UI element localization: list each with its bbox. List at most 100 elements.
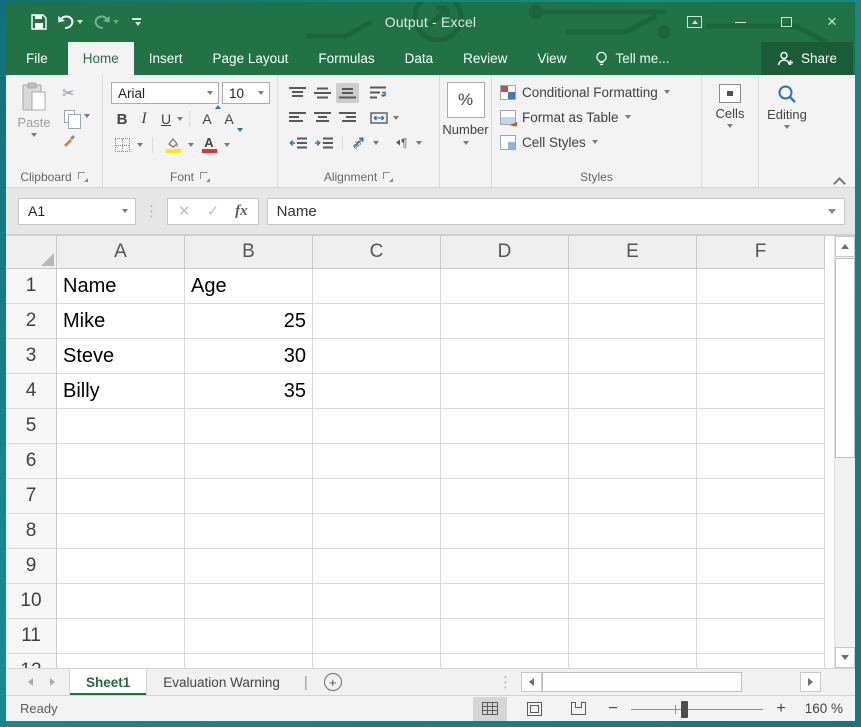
cell-styles-caret[interactable]: [592, 140, 598, 144]
cell-A5[interactable]: [57, 409, 185, 444]
cell-styles-button[interactable]: Cell Styles: [500, 132, 693, 152]
row-header-1[interactable]: 1: [6, 269, 57, 304]
vertical-scroll-track[interactable]: [835, 458, 855, 647]
cell-B12[interactable]: [185, 654, 313, 668]
row-header-10[interactable]: 10: [6, 584, 57, 619]
name-box[interactable]: A1: [18, 198, 136, 225]
font-name-caret[interactable]: [202, 91, 218, 95]
insert-function-button[interactable]: fx: [235, 203, 248, 220]
font-dialog-launcher[interactable]: [200, 172, 210, 182]
italic-button[interactable]: I: [133, 107, 155, 131]
cell-C3[interactable]: [313, 339, 441, 374]
cell-B1[interactable]: Age: [185, 269, 313, 304]
tell-me-box[interactable]: Tell me...: [581, 42, 683, 75]
row-header-7[interactable]: 7: [6, 479, 57, 514]
customize-quick-access-button[interactable]: [132, 18, 141, 26]
cell-E5[interactable]: [569, 409, 697, 444]
close-button[interactable]: ×: [809, 2, 855, 42]
cell-C10[interactable]: [313, 584, 441, 619]
cell-D7[interactable]: [441, 479, 569, 514]
cell-E12[interactable]: [569, 654, 697, 668]
copy-dropdown-caret[interactable]: [84, 114, 90, 118]
next-sheet-button[interactable]: [50, 678, 55, 686]
cell-B9[interactable]: [185, 549, 313, 584]
cell-C12[interactable]: [313, 654, 441, 668]
bottom-align-button[interactable]: [336, 83, 359, 103]
cell-D5[interactable]: [441, 409, 569, 444]
cell-A4[interactable]: Billy: [57, 374, 185, 409]
cell-C7[interactable]: [313, 479, 441, 514]
font-name-combo[interactable]: Arial: [111, 82, 219, 104]
cut-button[interactable]: ✂: [62, 84, 90, 102]
orientation-button[interactable]: ab: [349, 132, 371, 153]
cell-B2[interactable]: 25: [185, 304, 313, 339]
undo-dropdown-caret[interactable]: [77, 20, 83, 24]
orientation-caret[interactable]: [373, 141, 379, 145]
copy-button[interactable]: [62, 107, 90, 125]
cell-C4[interactable]: [313, 374, 441, 409]
cell-B5[interactable]: [185, 409, 313, 444]
align-left-button[interactable]: [286, 108, 309, 128]
tab-split-grip[interactable]: ⋮: [498, 675, 513, 690]
align-center-button[interactable]: [311, 108, 334, 128]
cell-D2[interactable]: [441, 304, 569, 339]
previous-sheet-button[interactable]: [28, 678, 33, 686]
horizontal-scroll-thumb[interactable]: [542, 672, 742, 692]
sheet-tab-evaluation-warning[interactable]: Evaluation Warning: [147, 669, 296, 695]
cell-D8[interactable]: [441, 514, 569, 549]
increase-font-size-button[interactable]: A: [196, 107, 218, 131]
name-box-caret[interactable]: [115, 209, 135, 213]
cell-C8[interactable]: [313, 514, 441, 549]
select-all-button[interactable]: [6, 236, 57, 269]
cell-E1[interactable]: [569, 269, 697, 304]
cell-F10[interactable]: [697, 584, 825, 619]
scroll-down-button[interactable]: [835, 647, 855, 668]
paste-dropdown-caret[interactable]: [31, 133, 37, 137]
ribbon-display-options-button[interactable]: [671, 2, 717, 42]
tab-page-layout[interactable]: Page Layout: [198, 42, 304, 75]
row-header-4[interactable]: 4: [6, 374, 57, 409]
fill-color-button[interactable]: [162, 133, 184, 157]
tab-file[interactable]: File: [6, 42, 68, 75]
vertical-scroll-thumb[interactable]: [835, 258, 855, 458]
cell-E4[interactable]: [569, 374, 697, 409]
conditional-formatting-caret[interactable]: [664, 90, 670, 94]
cell-E7[interactable]: [569, 479, 697, 514]
tab-home[interactable]: Home: [68, 42, 134, 75]
borders-button[interactable]: [111, 133, 133, 157]
font-size-caret[interactable]: [253, 91, 269, 95]
cell-D3[interactable]: [441, 339, 569, 374]
horizontal-scroll-track[interactable]: [742, 672, 800, 692]
cell-A6[interactable]: [57, 444, 185, 479]
cell-D11[interactable]: [441, 619, 569, 654]
alignment-dialog-launcher[interactable]: [383, 172, 393, 182]
format-painter-button[interactable]: [62, 130, 90, 148]
row-header-12[interactable]: 12: [6, 654, 57, 668]
paste-button[interactable]: Paste: [8, 78, 60, 168]
underline-dropdown-caret[interactable]: [177, 117, 183, 121]
cell-A3[interactable]: Steve: [57, 339, 185, 374]
tab-view[interactable]: View: [522, 42, 581, 75]
column-header-E[interactable]: E: [569, 236, 697, 269]
scroll-left-button[interactable]: [521, 672, 542, 692]
merge-center-button[interactable]: [367, 108, 391, 128]
underline-button[interactable]: U: [155, 107, 177, 131]
font-size-combo[interactable]: 10: [222, 82, 270, 104]
clipboard-dialog-launcher[interactable]: [78, 172, 88, 182]
undo-button[interactable]: [54, 13, 86, 32]
minimize-button[interactable]: [717, 2, 763, 42]
cell-E2[interactable]: [569, 304, 697, 339]
cell-E9[interactable]: [569, 549, 697, 584]
zoom-out-button[interactable]: −: [605, 700, 621, 718]
cell-F4[interactable]: [697, 374, 825, 409]
fill-color-caret[interactable]: [188, 143, 194, 147]
cell-E10[interactable]: [569, 584, 697, 619]
number-dropdown-caret[interactable]: [463, 141, 469, 145]
cell-C11[interactable]: [313, 619, 441, 654]
cell-B6[interactable]: [185, 444, 313, 479]
horizontal-scrollbar[interactable]: [521, 672, 821, 693]
font-color-caret[interactable]: [224, 143, 230, 147]
cells-button[interactable]: Cells: [704, 78, 756, 128]
cell-E11[interactable]: [569, 619, 697, 654]
decrease-indent-button[interactable]: [286, 133, 310, 153]
